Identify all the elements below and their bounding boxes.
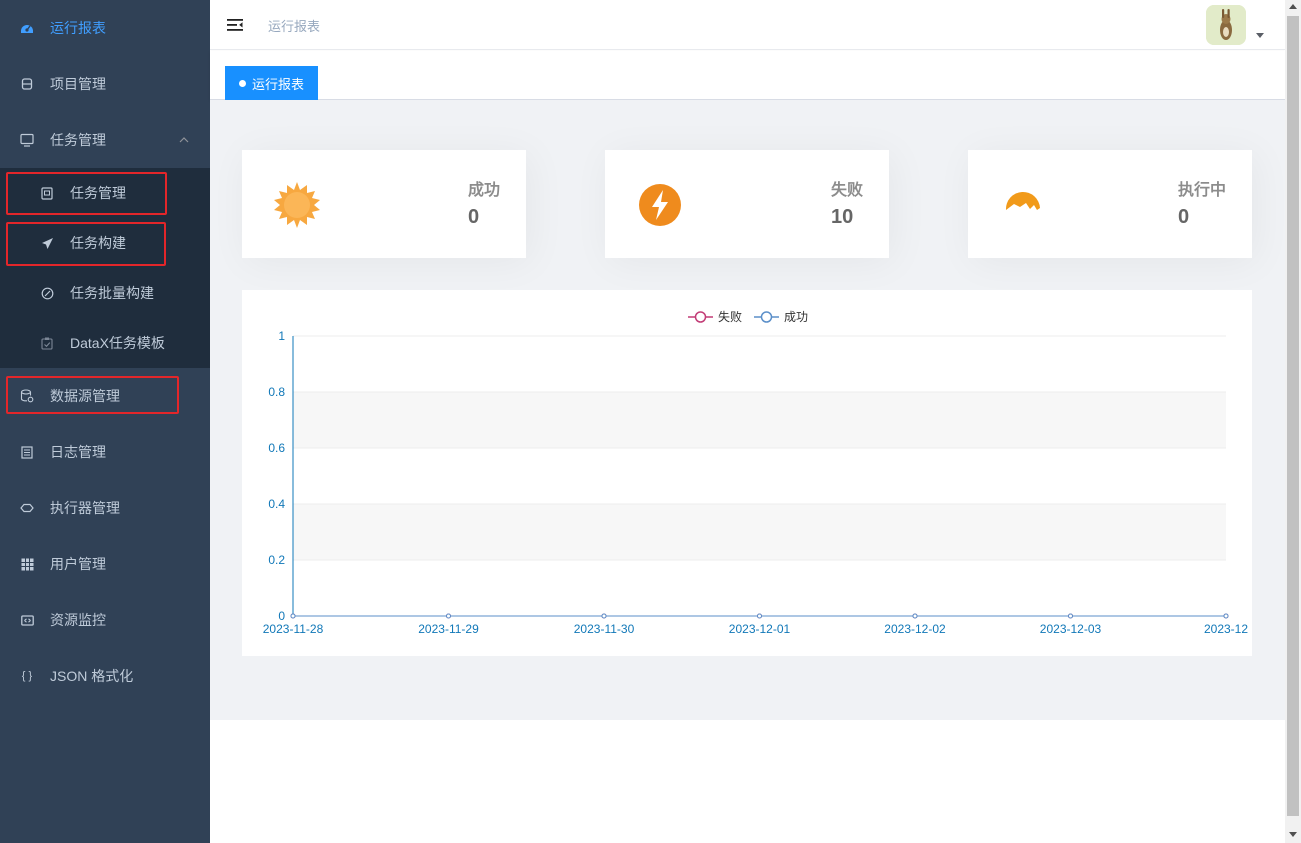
running-icon [1005,191,1040,210]
sidebar-item-label: 运行报表 [50,20,106,36]
submenu-item-label: 任务批量构建 [70,285,154,301]
data-point [912,613,918,619]
scroll-thumb[interactable] [1287,16,1299,816]
sidebar-item-resource-monitor[interactable]: 资源监控 [0,592,210,648]
sidebar-item-datasource[interactable]: 数据源管理 [0,368,210,424]
x-tick-label: 2023-11-29 [418,622,479,636]
scroll-up-arrow-icon[interactable] [1289,4,1297,9]
data-point [601,613,607,619]
stat-card-failure: 失败 10 [605,150,889,258]
active-dot-icon [239,79,246,87]
submenu-item-datax-template[interactable]: DataX任务模板 [0,318,210,368]
database-icon [20,77,34,91]
data-point [757,613,762,619]
submenu-tasks: 任务管理 任务构建 任务批量构建 DataX任务模板 [0,168,210,368]
legend-label: 成功 [784,310,808,324]
sidebar-item-label: 执行器管理 [50,500,120,516]
y-tick-label: 0.2 [268,553,285,567]
x-tick-label: 2023-12-03 [1040,622,1102,636]
stat-card-running: 执行中 0 [968,150,1252,258]
card-value: 0 [1178,206,1190,228]
y-tick-label: 1 [278,329,285,343]
sidebar-item-label: 日志管理 [50,444,106,460]
x-tick-label: 2023-11-30 [574,622,635,636]
document-icon [20,445,34,459]
breadcrumb: 运行报表 [268,19,321,34]
sidebar-item-label: 资源监控 [50,612,106,628]
grid-band [293,392,1226,448]
vertical-scrollbar[interactable] [1285,0,1301,843]
avatar[interactable] [1206,5,1246,45]
card-value: 10 [831,206,854,228]
data-point [1068,613,1073,619]
sidebar-item-label: 项目管理 [50,76,106,92]
chevron-up-icon [179,137,189,143]
sidebar-item-report[interactable]: 运行报表 [0,0,210,56]
sidebar-item-tasks[interactable]: 任务管理 [0,112,210,168]
chart-svg: 0 0.2 0.4 0.6 0.8 1 2023-11-28 2023-11-29 2023-1… [263,309,1249,636]
submenu-item-batch-build[interactable]: 任务批量构建 [0,268,210,318]
x-tick-label: 2023-12-01 [729,622,791,636]
submenu-item-label: 任务管理 [70,185,126,201]
sun-icon [274,182,320,228]
line-chart: 0 0.2 0.4 0.6 0.8 1 2023-11-28 2023-11-29 2023-1… [242,290,1252,656]
datasource-icon [20,389,34,403]
data-point [1223,613,1229,619]
card-title: 执行中 [1177,182,1226,199]
y-tick-label: 0.6 [268,441,285,455]
sidebar-item-users[interactable]: 用户管理 [0,536,210,592]
grid-band [293,504,1226,560]
submenu-item-label: DataX任务模板 [70,335,165,351]
braces-icon: { } [21,670,33,682]
card-title: 成功 [467,182,500,199]
submenu-item-label: 任务构建 [70,235,126,251]
tag-label: 运行报表 [252,76,305,92]
y-tick-label: 0 [278,609,285,623]
sidebar-item-label: 用户管理 [50,556,106,572]
x-tick-label: 2023-12 [1204,622,1248,636]
batch-icon [40,286,54,300]
sidebar-item-label: 数据源管理 [50,388,120,404]
legend-marker [760,311,773,323]
sidebar: 运行报表 项目管理 任务管理 任务管理 任务构建 任务批量构建 DataX任务模… [0,0,210,843]
y-tick-label: 0.4 [268,497,285,511]
legend-marker [694,311,707,323]
x-tick-label: 2023-12-02 [884,622,946,636]
submenu-item-task-build[interactable]: 任务构建 [0,218,210,268]
caret-down-icon[interactable] [1256,33,1264,38]
stat-card-success: 成功 0 [242,150,526,258]
data-point [290,613,296,619]
monitor-resource-icon [20,613,34,627]
scroll-down-arrow-icon[interactable] [1289,832,1297,837]
template-icon [40,336,54,350]
sidebar-item-json-format[interactable]: { } JSON 格式化 [0,648,210,704]
x-tick-label: 2023-11-28 [263,622,324,636]
sidebar-item-executors[interactable]: 执行器管理 [0,480,210,536]
card-title: 失败 [830,182,863,199]
hamburger-icon[interactable] [226,16,244,34]
executor-icon [20,501,34,515]
task-list-icon [40,186,54,200]
tag-report[interactable]: 运行报表 [225,66,319,100]
legend-label: 失败 [718,309,742,324]
tags-view: 运行报表 [210,51,1285,100]
paper-plane-icon [40,236,54,250]
lightning-icon [639,184,681,226]
y-tick-label: 0.8 [268,385,285,399]
monitor-icon [20,133,34,147]
card-value: 0 [468,206,480,228]
table-icon [20,557,34,571]
sidebar-item-label: JSON 格式化 [50,668,134,684]
sidebar-item-logs[interactable]: 日志管理 [0,424,210,480]
sidebar-item-projects[interactable]: 项目管理 [0,56,210,112]
main-content: 成功 0 失败 10 执行中 0 0 0.2 0.4 0.6 0.8 1 2023-11-2… [210,100,1285,720]
sidebar-item-label: 任务管理 [50,132,106,148]
dashboard-icon [20,21,34,35]
data-point [446,613,451,619]
submenu-item-task-manage[interactable]: 任务管理 [0,168,210,218]
navbar: 运行报表 [210,0,1285,50]
